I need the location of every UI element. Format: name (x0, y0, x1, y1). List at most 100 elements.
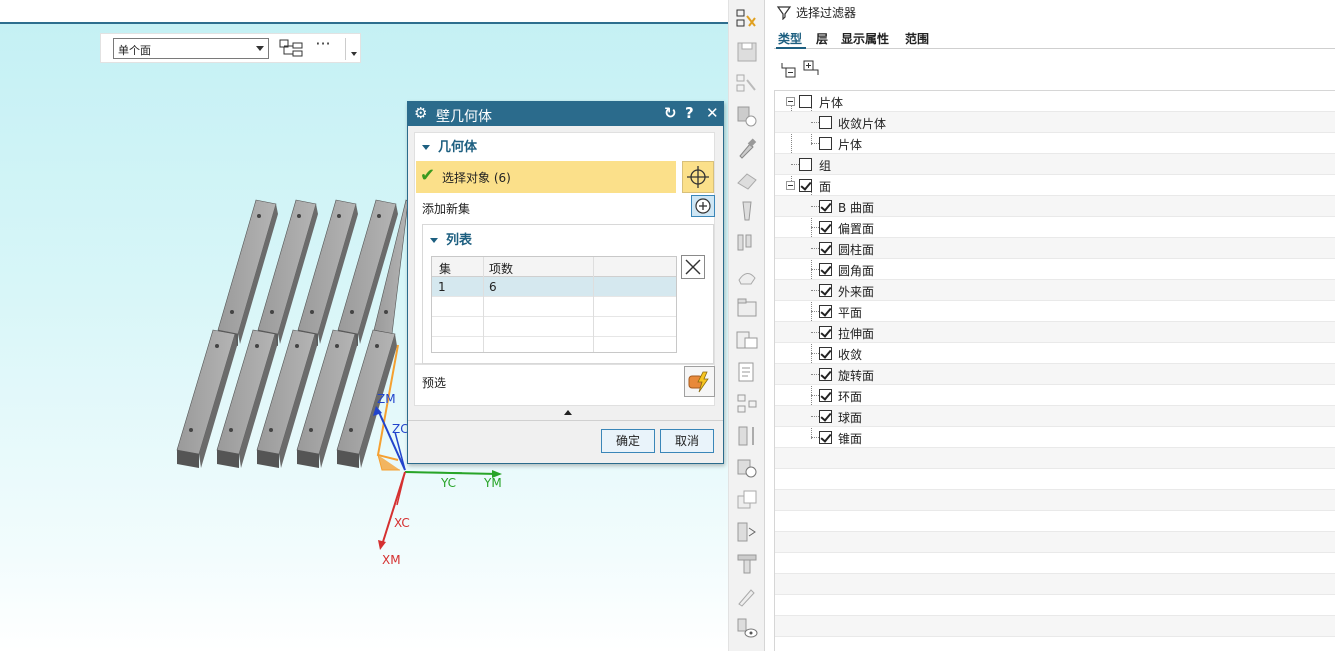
checkbox[interactable] (819, 137, 832, 150)
tree-connector (811, 395, 819, 396)
tree-row[interactable]: B 曲面 (775, 196, 1335, 217)
table-header-row: 集 项数 (432, 257, 676, 277)
tool-length-icon[interactable] (735, 424, 759, 448)
verify-tool-icon[interactable] (735, 456, 759, 480)
drill-tool-icon[interactable] (735, 200, 759, 224)
edit-tool-icon[interactable] (735, 584, 759, 608)
tree-row[interactable]: 面 (775, 175, 1335, 196)
checkbox[interactable] (799, 158, 812, 171)
tree-item-label: 锥面 (838, 432, 863, 446)
cancel-button[interactable]: 取消 (660, 429, 714, 453)
collapse-node-icon[interactable] (786, 181, 795, 190)
checkbox[interactable] (819, 242, 832, 255)
close-x-icon (685, 259, 701, 275)
tree-item-label: 外来面 (838, 285, 875, 299)
collapse-all-icon[interactable] (780, 62, 797, 79)
table-row[interactable] (432, 317, 676, 337)
tab-scope[interactable]: 范围 (905, 30, 929, 47)
checkbox[interactable] (819, 326, 832, 339)
operation-tree-icon[interactable] (735, 392, 759, 416)
eyedropper-icon[interactable] (735, 136, 759, 160)
view-visibility-icon[interactable] (735, 616, 759, 640)
tree-row[interactable]: 圆柱面 (775, 238, 1335, 259)
section-geometry-header[interactable]: 几何体 (422, 136, 477, 155)
checkbox[interactable] (819, 263, 832, 276)
tree-row[interactable]: 片体 (775, 91, 1335, 112)
empty-row (775, 532, 1335, 553)
expand-all-icon[interactable] (803, 60, 820, 77)
tab-type[interactable]: 类型 (778, 30, 802, 47)
checkbox[interactable] (819, 305, 832, 318)
copy-object-icon[interactable] (735, 488, 759, 512)
tree-connector (811, 227, 819, 228)
reset-icon[interactable]: ↻ (664, 104, 677, 122)
folder-icon[interactable] (735, 296, 759, 320)
checkbox[interactable] (799, 95, 812, 108)
empty-row (775, 616, 1335, 637)
tab-layer[interactable]: 层 (816, 30, 828, 47)
checkbox[interactable] (819, 200, 832, 213)
close-icon[interactable]: ✕ (706, 104, 719, 122)
collapse-node-icon[interactable] (786, 97, 795, 106)
xc-axis-label: XC (394, 516, 410, 530)
save-icon[interactable] (735, 40, 759, 64)
checkbox[interactable] (819, 347, 832, 360)
collapse-triangle-icon (430, 238, 438, 243)
table-row[interactable]: 1 6 (432, 277, 676, 297)
tree-row[interactable]: 旋转面 (775, 364, 1335, 385)
section-list-header[interactable]: 列表 (430, 229, 472, 248)
attribute-table-icon[interactable] (735, 328, 759, 352)
tree-connector (811, 206, 819, 207)
tool-holder-icon[interactable] (735, 232, 759, 256)
checkbox[interactable] (799, 179, 812, 192)
tree-row[interactable]: 球面 (775, 406, 1335, 427)
tree-item-label: 圆角面 (838, 264, 875, 278)
checkbox[interactable] (819, 431, 832, 444)
checkbox[interactable] (819, 221, 832, 234)
tab-display-attributes[interactable]: 显示属性 (841, 30, 889, 47)
tree-row[interactable]: 偏置面 (775, 217, 1335, 238)
document-icon[interactable] (735, 360, 759, 384)
crosshair-select-button[interactable] (682, 161, 714, 193)
dialog-title: 壁几何体 (436, 109, 492, 125)
table-row[interactable] (432, 297, 676, 317)
ym-axis-label: YM (484, 476, 502, 490)
tree-row[interactable]: 锥面 (775, 427, 1335, 448)
add-new-set-button[interactable] (691, 195, 715, 217)
tree-row[interactable]: 组 (775, 154, 1335, 175)
selection-filter-icon[interactable] (735, 8, 759, 32)
tree-row[interactable]: 平面 (775, 301, 1335, 322)
tree-row[interactable]: 收敛 (775, 343, 1335, 364)
tree-item-label: 平面 (838, 306, 863, 320)
panel-title: 选择过滤器 (796, 6, 857, 20)
collapse-dialog-icon[interactable] (564, 410, 572, 415)
xm-axis-label: XM (382, 553, 401, 567)
select-object-row[interactable]: ✔ 选择对象 (6) (416, 161, 676, 193)
checkbox[interactable] (819, 410, 832, 423)
tree-row[interactable]: 拉伸面 (775, 322, 1335, 343)
ok-button[interactable]: 确定 (601, 429, 655, 453)
transform-icon[interactable] (735, 520, 759, 544)
tree-item-label: 片体 (838, 138, 863, 152)
tree-row[interactable]: 圆角面 (775, 259, 1335, 280)
machine-tool-icon[interactable] (735, 264, 759, 288)
tree-row[interactable]: 收敛片体 (775, 112, 1335, 133)
part-navigator-icon[interactable] (735, 104, 759, 128)
tree-row[interactable]: 外来面 (775, 280, 1335, 301)
checkbox[interactable] (819, 116, 832, 129)
tree-row[interactable]: 环面 (775, 385, 1335, 406)
eraser-icon[interactable] (735, 168, 759, 192)
filter-tool-icon[interactable] (735, 72, 759, 96)
section-list-label: 列表 (446, 233, 473, 248)
checkbox[interactable] (819, 368, 832, 381)
table-row[interactable] (432, 337, 676, 357)
dialog-title-bar[interactable]: ⚙ 壁几何体 ↻ ? ✕ (408, 102, 723, 126)
checkbox[interactable] (819, 389, 832, 402)
fixture-icon[interactable] (735, 552, 759, 576)
add-new-set-label: 添加新集 (422, 202, 471, 216)
preview-button[interactable] (684, 366, 715, 397)
help-icon[interactable]: ? (685, 104, 694, 122)
tree-row[interactable]: 片体 (775, 133, 1335, 154)
remove-set-button[interactable] (681, 255, 705, 279)
checkbox[interactable] (819, 284, 832, 297)
